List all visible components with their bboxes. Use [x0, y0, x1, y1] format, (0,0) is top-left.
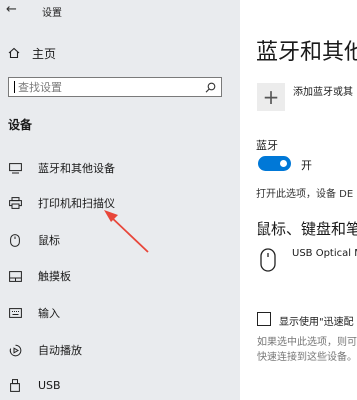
- sidebar-item-touchpad[interactable]: 触摸板: [0, 264, 240, 288]
- back-arrow-icon[interactable]: ←: [6, 2, 17, 17]
- toggle-state-label: 开: [301, 159, 312, 172]
- bluetooth-label: 蓝牙: [256, 139, 278, 152]
- search-icon[interactable]: [205, 82, 216, 93]
- sidebar-item-label: 自动播放: [38, 344, 82, 357]
- sidebar-item-printers[interactable]: 打印机和扫描仪: [0, 191, 240, 215]
- page-title: 蓝牙和其他: [256, 40, 357, 65]
- swift-pair-checkbox[interactable]: [257, 312, 271, 326]
- home-icon: [8, 47, 20, 59]
- plus-icon: +: [262, 85, 280, 109]
- sidebar-item-input[interactable]: 输入: [0, 301, 240, 325]
- sidebar-item-label: 打印机和扫描仪: [38, 197, 115, 210]
- keyboard-icon: [8, 308, 22, 318]
- sidebar-item-label: 鼠标: [38, 234, 60, 247]
- title-bar: ← 设置: [0, 0, 240, 22]
- bluetooth-toggle[interactable]: [258, 156, 291, 171]
- device-mouse-icon: [260, 248, 276, 276]
- text-cursor: [14, 81, 15, 93]
- toggle-knob: [280, 160, 287, 167]
- bluetooth-devices-icon: [8, 162, 22, 174]
- checkbox-label[interactable]: 显示使用"迅速配: [279, 313, 354, 328]
- home-label: 主页: [32, 46, 57, 61]
- sidebar-item-autoplay[interactable]: 自动播放: [0, 338, 240, 362]
- search-input[interactable]: 查找设置: [8, 77, 222, 97]
- home-nav-item[interactable]: 主页: [8, 42, 228, 64]
- checkbox-note-line-2: 快速连接到这些设备。: [257, 352, 357, 363]
- mouse-icon: [8, 233, 22, 247]
- sidebar-item-label: 触摸板: [38, 270, 71, 283]
- discoverable-text: 打开此选项，设备 DE: [256, 189, 354, 200]
- sidebar-item-mouse[interactable]: 鼠标: [0, 228, 240, 252]
- touchpad-icon: [8, 270, 22, 282]
- sidebar-item-label: 蓝牙和其他设备: [38, 162, 115, 175]
- autoplay-icon: [8, 344, 22, 357]
- app-title: 设置: [42, 8, 62, 19]
- add-device-label[interactable]: 添加蓝牙或其: [293, 83, 353, 98]
- sidebar-item-label: 输入: [38, 307, 60, 320]
- section-title-mouse-keyboard: 鼠标、键盘和笔: [256, 220, 357, 238]
- usb-icon: [8, 378, 22, 392]
- section-heading-devices: 设备: [8, 118, 33, 132]
- checkbox-note-line-1: 如果选中此选项，则可: [257, 337, 357, 348]
- search-placeholder: 查找设置: [18, 81, 62, 94]
- sidebar-item-label: USB: [38, 378, 61, 392]
- sidebar-item-bluetooth[interactable]: 蓝牙和其他设备: [0, 156, 240, 180]
- main-content: 蓝牙和其他 + 添加蓝牙或其 蓝牙 开 打开此选项，设备 DE 鼠标、键盘和笔 …: [240, 0, 357, 400]
- device-name[interactable]: USB Optical M: [292, 248, 357, 259]
- sidebar-item-usb[interactable]: USB: [0, 373, 240, 397]
- sidebar: ← 设置 主页 查找设置 设备 蓝牙和其他设备 打印机和扫描仪 鼠标 触摸板 输…: [0, 0, 240, 400]
- printer-icon: [8, 197, 22, 209]
- add-device-button[interactable]: +: [257, 83, 285, 111]
